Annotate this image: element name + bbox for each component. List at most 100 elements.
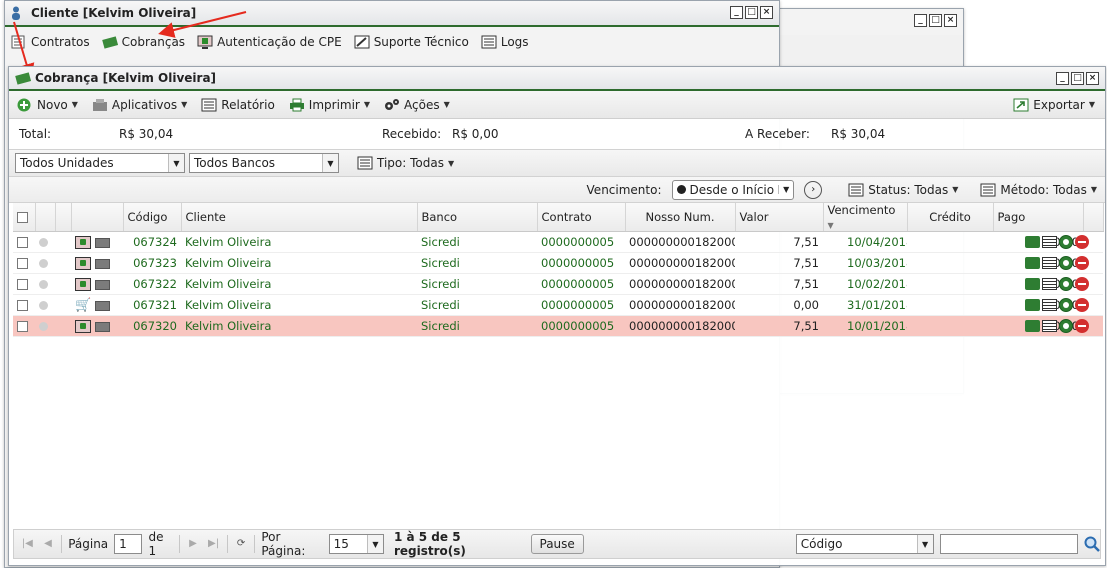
relatorio-button[interactable]: Relatório xyxy=(201,98,275,112)
page-number-input[interactable]: 1 xyxy=(114,534,143,554)
details-icon[interactable] xyxy=(1042,299,1057,312)
aplicativos-button[interactable]: Aplicativos ▼ xyxy=(92,98,187,112)
cell-cliente[interactable]: Kelvim Oliveira xyxy=(181,273,417,295)
cell-codigo[interactable]: 067323 xyxy=(123,252,181,274)
search-icon[interactable] xyxy=(1084,535,1100,553)
col-vencimento[interactable]: Vencimento ▼ xyxy=(823,203,908,232)
acoes-button[interactable]: Ações ▼ xyxy=(384,98,450,112)
table-row[interactable]: 🛒 067321 Kelvim Oliveira Sicredi 0000000005 0… xyxy=(13,294,1103,316)
cell-contrato[interactable]: 0000000005 xyxy=(537,315,625,337)
row-checkbox[interactable] xyxy=(17,237,28,248)
cell-cliente[interactable]: Kelvim Oliveira xyxy=(181,231,417,253)
maximize-button[interactable]: □ xyxy=(929,14,942,27)
next-period-button[interactable]: › xyxy=(804,180,823,199)
col-nosso-num[interactable]: Nosso Num. xyxy=(625,203,736,232)
cell-codigo[interactable]: 067324 xyxy=(123,231,181,253)
mail-icon[interactable] xyxy=(95,237,110,248)
table-row[interactable]: 067322 Kelvim Oliveira Sicredi 0000000005 00… xyxy=(13,273,1103,295)
mail-icon[interactable] xyxy=(95,258,110,269)
row-checkbox[interactable] xyxy=(17,321,28,332)
cell-cliente[interactable]: Kelvim Oliveira xyxy=(181,315,417,337)
details-icon[interactable] xyxy=(1042,236,1057,249)
maximize-button[interactable]: □ xyxy=(745,6,758,19)
download-icon[interactable] xyxy=(1059,277,1073,292)
minimize-button[interactable]: _ xyxy=(730,6,743,19)
minimize-button[interactable]: _ xyxy=(914,14,927,27)
row-checkbox-cell[interactable] xyxy=(13,252,35,274)
print-icon[interactable] xyxy=(1025,320,1040,333)
print-icon[interactable] xyxy=(1025,236,1040,249)
print-icon[interactable] xyxy=(1025,299,1040,312)
delete-icon[interactable] xyxy=(1075,298,1089,313)
delete-icon[interactable] xyxy=(1075,277,1089,292)
next-page-button[interactable]: ▶ xyxy=(186,536,201,552)
delete-icon[interactable] xyxy=(1075,235,1089,250)
maximize-button[interactable]: □ xyxy=(1071,72,1084,85)
tipo-filter-button[interactable]: Tipo: Todas ▼ xyxy=(357,156,454,170)
last-page-button[interactable]: ▶| xyxy=(206,536,221,552)
table-row[interactable]: 067324 Kelvim Oliveira Sicredi 0000000005 00… xyxy=(13,231,1103,253)
col-banco[interactable]: Banco xyxy=(417,203,538,232)
row-checkbox-cell[interactable] xyxy=(13,231,35,253)
col-contrato[interactable]: Contrato xyxy=(537,203,626,232)
mail-icon[interactable] xyxy=(95,321,110,332)
download-icon[interactable] xyxy=(1059,235,1073,250)
refresh-icon[interactable]: ⟳ xyxy=(234,536,249,552)
novo-button[interactable]: Novo ▼ xyxy=(17,98,78,112)
search-field-select[interactable]: Código ▼ xyxy=(795,534,934,554)
exportar-button[interactable]: Exportar ▼ xyxy=(1013,98,1095,112)
row-checkbox-cell[interactable] xyxy=(13,315,35,337)
pause-button[interactable]: Pause xyxy=(530,534,584,554)
close-button[interactable]: × xyxy=(760,6,773,19)
select-all-checkbox[interactable] xyxy=(17,212,28,223)
status-filter-button[interactable]: Status: Todas ▼ xyxy=(848,183,958,197)
col-codigo[interactable]: Código xyxy=(123,203,182,232)
search-input[interactable] xyxy=(939,534,1078,554)
row-checkbox-cell[interactable] xyxy=(13,273,35,295)
row-checkbox[interactable] xyxy=(17,279,28,290)
cell-cliente[interactable]: Kelvim Oliveira xyxy=(181,252,417,274)
delete-icon[interactable] xyxy=(1075,319,1089,334)
cell-codigo[interactable]: 067322 xyxy=(123,273,181,295)
select-all-header[interactable] xyxy=(13,203,36,232)
print-icon[interactable] xyxy=(1025,278,1040,291)
metodo-filter-button[interactable]: Método: Todas ▼ xyxy=(980,183,1097,197)
cell-contrato[interactable]: 0000000005 xyxy=(537,294,625,316)
imprimir-button[interactable]: Imprimir ▼ xyxy=(289,98,370,112)
table-row[interactable]: 067323 Kelvim Oliveira Sicredi 0000000005 00… xyxy=(13,252,1103,274)
cell-codigo[interactable]: 067320 xyxy=(123,315,181,337)
row-checkbox[interactable] xyxy=(17,258,28,269)
download-icon[interactable] xyxy=(1059,319,1073,334)
details-icon[interactable] xyxy=(1042,278,1057,291)
cell-contrato[interactable]: 0000000005 xyxy=(537,273,625,295)
bancos-select[interactable]: Todos Bancos ▼ xyxy=(189,153,339,173)
row-checkbox[interactable] xyxy=(17,300,28,311)
cell-codigo[interactable]: 067321 xyxy=(123,294,181,316)
mail-icon[interactable] xyxy=(95,300,110,311)
menu-suporte-tecnico[interactable]: Suporte Técnico xyxy=(354,35,469,49)
download-icon[interactable] xyxy=(1059,256,1073,271)
col-credito[interactable]: Crédito xyxy=(907,203,994,232)
prev-page-button[interactable]: ◀ xyxy=(41,536,56,552)
close-button[interactable]: × xyxy=(944,14,957,27)
row-checkbox-cell[interactable] xyxy=(13,294,35,316)
minimize-button[interactable]: _ xyxy=(1056,72,1069,85)
per-page-select[interactable]: 15 ▼ xyxy=(328,534,384,554)
download-icon[interactable] xyxy=(1059,298,1073,313)
close-button[interactable]: × xyxy=(1086,72,1099,85)
table-row[interactable]: 067320 Kelvim Oliveira Sicredi 0000000005 00… xyxy=(13,315,1103,337)
cell-cliente[interactable]: Kelvim Oliveira xyxy=(181,294,417,316)
menu-logs[interactable]: Logs xyxy=(481,35,529,49)
unidades-select[interactable]: Todos Unidades ▼ xyxy=(15,153,185,173)
details-icon[interactable] xyxy=(1042,320,1057,333)
vencimento-select[interactable]: Desde o Início ▼ xyxy=(671,179,795,200)
mail-icon[interactable] xyxy=(95,279,110,290)
cell-contrato[interactable]: 0000000005 xyxy=(537,252,625,274)
first-page-button[interactable]: |◀ xyxy=(20,536,35,552)
print-icon[interactable] xyxy=(1025,257,1040,270)
cell-contrato[interactable]: 0000000005 xyxy=(537,231,625,253)
details-icon[interactable] xyxy=(1042,257,1057,270)
col-valor[interactable]: Valor xyxy=(735,203,824,232)
delete-icon[interactable] xyxy=(1075,256,1089,271)
col-pago[interactable]: Pago xyxy=(993,203,1084,232)
